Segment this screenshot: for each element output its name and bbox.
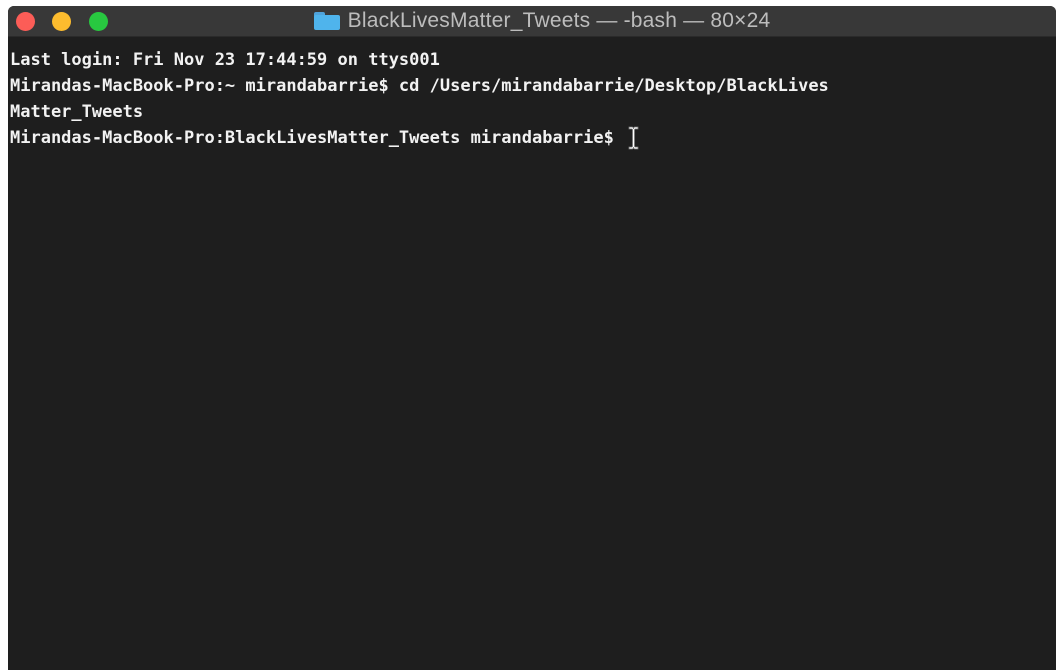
terminal-output[interactable]: Last login: Fri Nov 23 17:44:59 on ttys0… xyxy=(8,37,1056,670)
ibeam-cursor-icon xyxy=(628,126,639,150)
window-title-group: BlackLivesMatter_Tweets — -bash — 80×24 xyxy=(8,6,1056,36)
terminal-line-cd-command: Mirandas-MacBook-Pro:~ mirandabarrie$ cd… xyxy=(10,76,829,96)
folder-icon xyxy=(313,12,340,30)
terminal-line-prompt[interactable]: Mirandas-MacBook-Pro:BlackLivesMatter_Tw… xyxy=(10,125,1056,151)
terminal-line-cd-wrap: Matter_Tweets xyxy=(10,102,144,122)
title-bar[interactable]: BlackLivesMatter_Tweets — -bash — 80×24 xyxy=(8,6,1056,37)
terminal-line-last-login: Last login: Fri Nov 23 17:44:59 on ttys0… xyxy=(10,50,440,70)
window-title: BlackLivesMatter_Tweets — -bash — 80×24 xyxy=(347,9,771,32)
terminal-window: BlackLivesMatter_Tweets — -bash — 80×24 … xyxy=(8,6,1056,670)
terminal-prompt: Mirandas-MacBook-Pro:BlackLivesMatter_Tw… xyxy=(10,128,625,148)
